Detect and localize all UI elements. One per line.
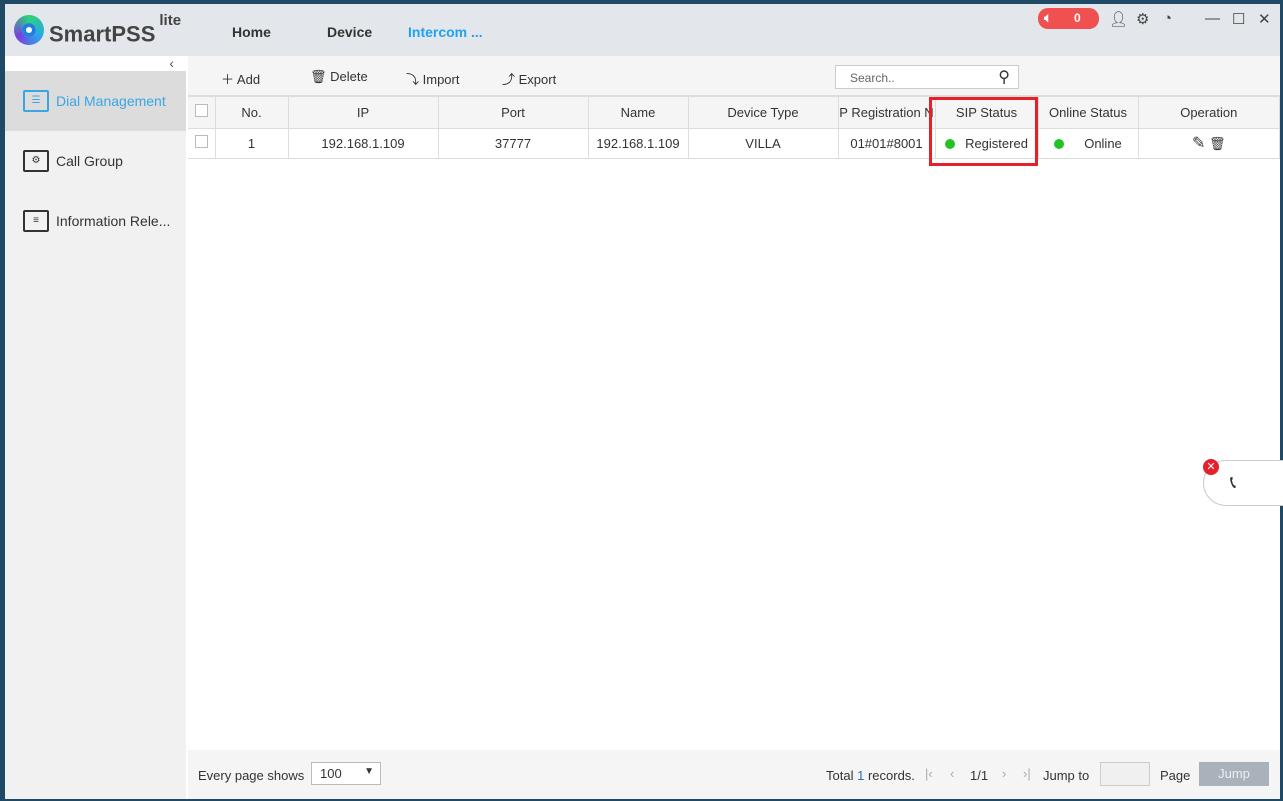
dial-list-icon: ☰	[23, 90, 49, 112]
last-page-icon[interactable]: ›|	[1023, 766, 1031, 781]
alarm-count: 0	[1074, 11, 1081, 25]
nav-intercom[interactable]: Intercom ...	[408, 24, 483, 40]
status-dot	[1054, 139, 1065, 150]
import-label: Import	[422, 72, 460, 87]
col-no: No.	[215, 97, 289, 129]
col-operation: Operation	[1138, 97, 1280, 129]
sidebar-item-call-group[interactable]: ⚙ Call Group	[5, 131, 186, 191]
document-icon: ≡	[23, 210, 49, 232]
search-input[interactable]: Search.. ⚲	[835, 65, 1019, 89]
pagination-footer: Every page shows 100 ▼ Total 1 records. |…	[188, 750, 1280, 799]
total-pre: Total	[826, 768, 854, 783]
plus-icon: ＋	[221, 72, 235, 87]
collapse-chevron-icon[interactable]: ‹	[5, 56, 186, 71]
cell-operation: ✎ 🗑︎	[1138, 128, 1280, 159]
page-label: Page	[1160, 768, 1191, 783]
page-size-select[interactable]: 100 ▼	[311, 762, 381, 785]
select-all-checkbox[interactable]	[188, 97, 216, 129]
sidebar-item-label: Dial Management	[56, 93, 166, 109]
col-port: Port	[438, 97, 589, 129]
total-post: records.	[867, 768, 915, 783]
table-row[interactable]: 1 192.168.1.109 37777 192.168.1.109 VILL…	[188, 128, 1280, 159]
table-header: No. IP Port Name Device Type P Registrat…	[188, 97, 1280, 129]
close-call-widget-icon[interactable]: ✕	[1203, 459, 1219, 475]
cell-registration: 01#01#8001	[838, 128, 936, 159]
cell-port: 37777	[438, 128, 589, 159]
delete-button[interactable]: 🗑︎ Delete	[310, 69, 368, 85]
jump-page-input[interactable]	[1100, 762, 1150, 786]
online-status-text: Online	[1084, 135, 1122, 151]
gear-icon[interactable]: ⚙	[1136, 10, 1149, 28]
app-logo	[14, 15, 44, 45]
total-records: Total 1 records.	[826, 768, 915, 783]
jump-button[interactable]: Jump	[1199, 762, 1269, 786]
next-page-icon[interactable]: ›	[1002, 766, 1006, 781]
export-label: Export	[518, 72, 557, 87]
export-button[interactable]: ⤴ Export	[502, 69, 556, 88]
trash-icon[interactable]: 🗑︎	[1209, 136, 1226, 151]
highlight-box	[929, 97, 1038, 166]
gauge-icon[interactable]: ◔	[1163, 10, 1172, 27]
add-button[interactable]: ＋ Add	[221, 69, 260, 88]
maximize-icon[interactable]: ☐	[1232, 10, 1245, 28]
app-name: SmartPSS	[49, 21, 156, 47]
import-button[interactable]: ⤵ Import	[406, 69, 459, 88]
speaker-icon: 🔈︎	[1044, 10, 1052, 25]
total-count: 1	[857, 768, 865, 783]
app-window: SmartPSSlite Home Device Intercom ... 🔈︎…	[5, 4, 1280, 799]
search-icon[interactable]: ⚲	[998, 67, 1010, 87]
col-online-status: Online Status	[1038, 97, 1139, 129]
app-brand: SmartPSSlite	[49, 12, 181, 47]
sidebar: ‹ ☰ Dial Management ⚙ Call Group ≡ Informat…	[5, 56, 186, 799]
main-content: ＋ Add 🗑︎ Delete ⤵ Import ⤴ Export Search…	[188, 56, 1280, 799]
sidebar-item-information-release[interactable]: ≡ Information Rele...	[5, 191, 186, 251]
export-icon: ⤴	[502, 72, 516, 87]
minimize-icon[interactable]: —	[1205, 10, 1220, 27]
row-checkbox[interactable]	[188, 128, 216, 159]
app-suffix: lite	[159, 12, 182, 29]
nav-home[interactable]: Home	[232, 24, 271, 40]
close-icon[interactable]: ✕	[1258, 10, 1271, 28]
sidebar-item-label: Information Rele...	[56, 213, 171, 229]
prev-page-icon[interactable]: ‹	[950, 766, 954, 781]
edit-icon[interactable]: ✎	[1192, 135, 1205, 152]
dropdown-arrow-icon: ▼	[364, 766, 374, 777]
phone-icon: 📞︎	[1230, 472, 1237, 492]
sidebar-item-label: Call Group	[56, 153, 123, 169]
nav-device[interactable]: Device	[327, 24, 372, 40]
col-ip: IP	[288, 97, 439, 129]
cell-online-status: Online	[1038, 128, 1139, 159]
cell-ip: 192.168.1.109	[288, 128, 439, 159]
delete-label: Delete	[330, 69, 368, 84]
header: SmartPSSlite Home Device Intercom ... 🔈︎…	[5, 4, 1280, 56]
device-table: No. IP Port Name Device Type P Registrat…	[188, 97, 1280, 159]
group-icon: ⚙	[23, 150, 49, 172]
jump-to-label: Jump to	[1043, 768, 1090, 783]
page-indicator: 1/1	[970, 768, 989, 783]
alarm-button[interactable]: 🔈︎ 0	[1038, 8, 1099, 29]
sidebar-item-dial-management[interactable]: ☰ Dial Management	[5, 71, 186, 131]
user-icon[interactable]: 👤︎	[1109, 10, 1128, 28]
trash-icon: 🗑︎	[310, 69, 327, 84]
toolbar: ＋ Add 🗑︎ Delete ⤵ Import ⤴ Export Search…	[188, 56, 1280, 97]
page-size-value: 100	[320, 766, 342, 781]
col-registration: P Registration N	[838, 97, 936, 129]
cell-no: 1	[215, 128, 289, 159]
first-page-icon[interactable]: |‹	[925, 766, 933, 781]
col-device-type: Device Type	[688, 97, 839, 129]
add-label: Add	[236, 72, 261, 87]
search-placeholder: Search..	[850, 71, 895, 85]
page-shows-label: Every page shows	[198, 768, 305, 783]
cell-device-type: VILLA	[688, 128, 839, 159]
import-icon: ⤵	[406, 72, 420, 87]
col-name: Name	[588, 97, 689, 129]
cell-name: 192.168.1.109	[588, 128, 689, 159]
